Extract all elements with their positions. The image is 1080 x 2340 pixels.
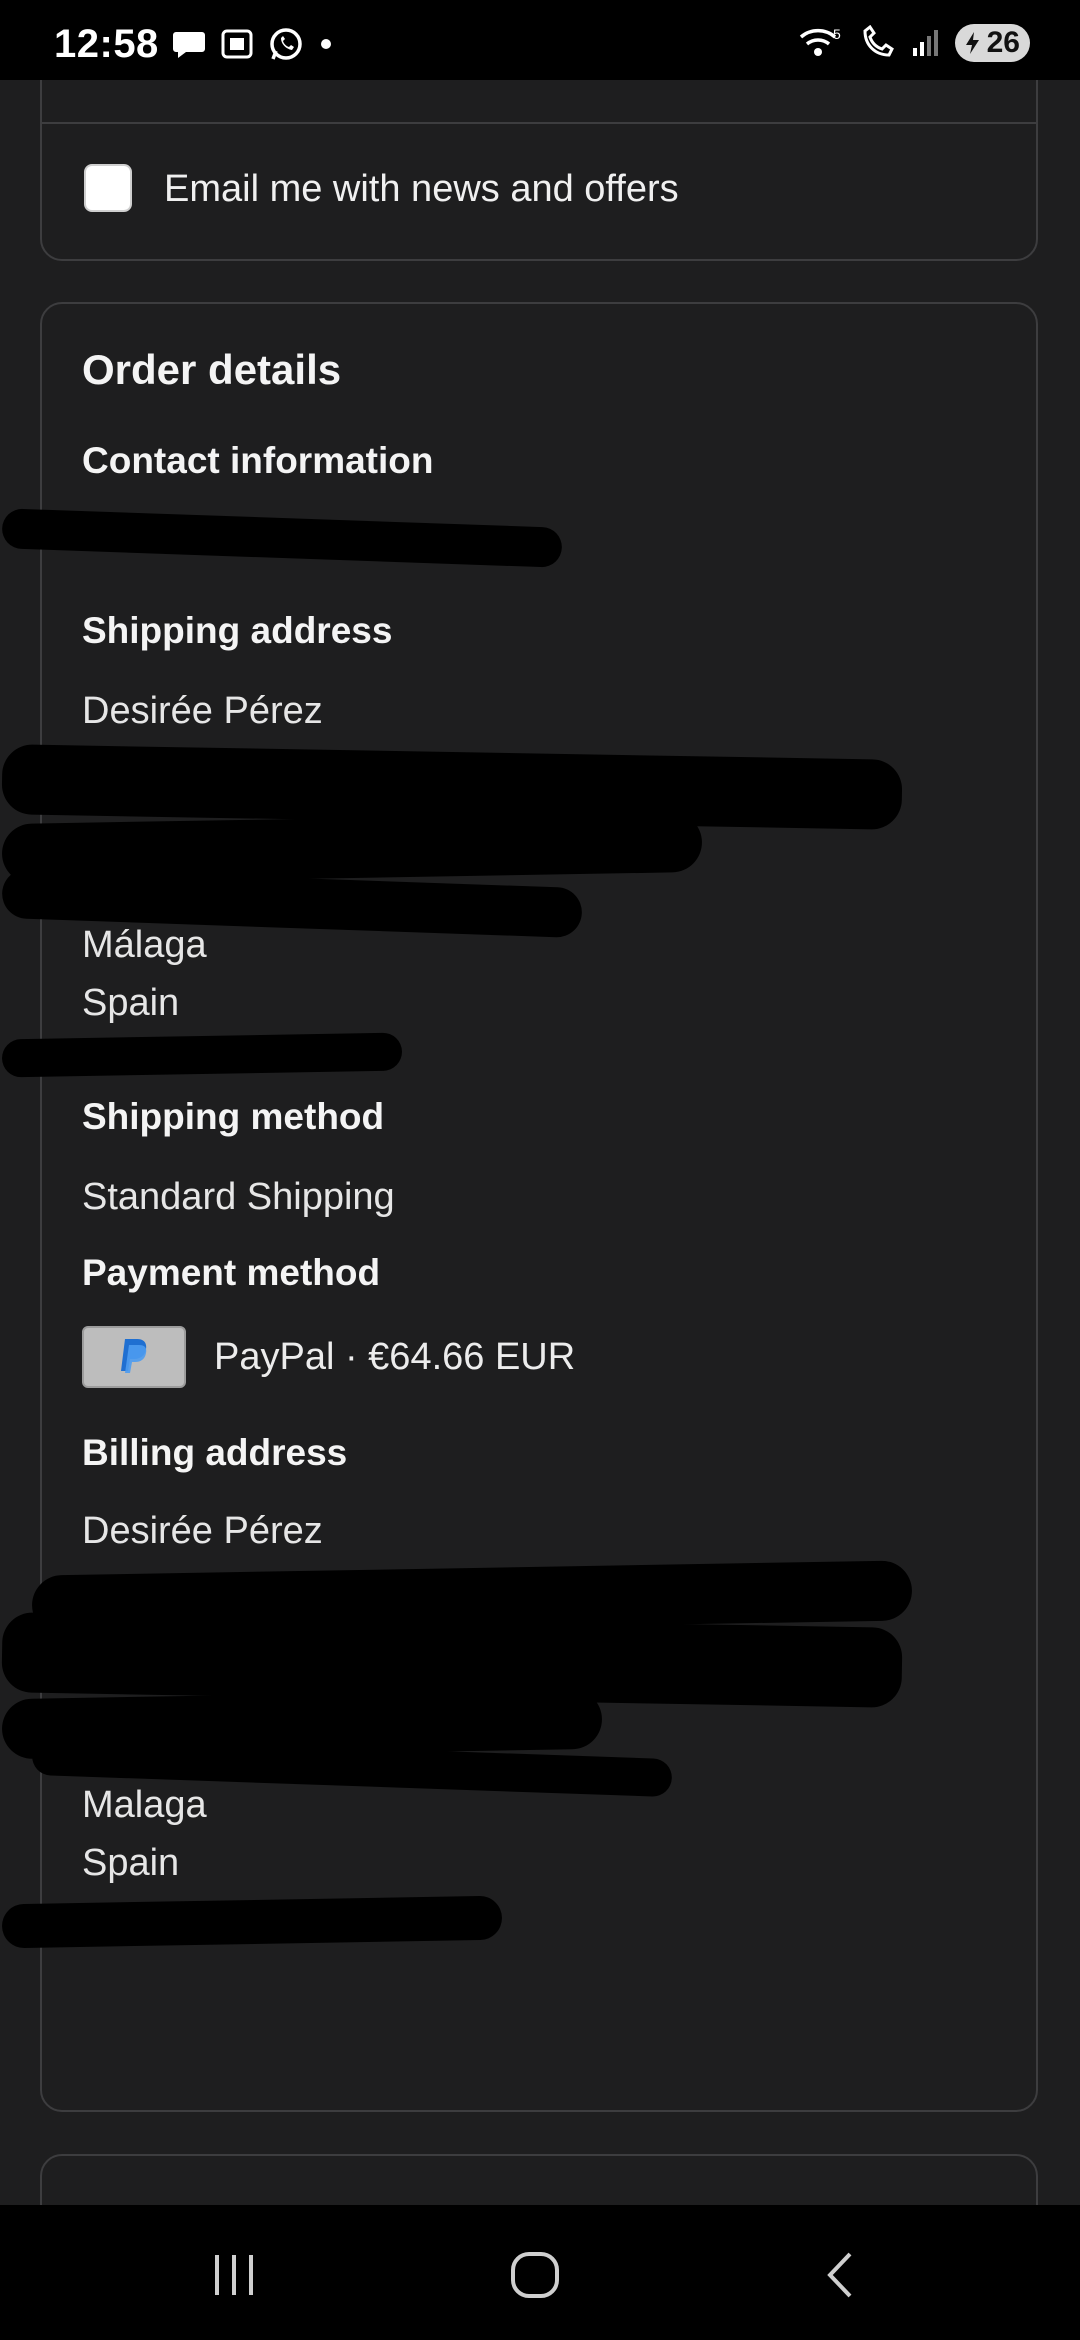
svg-text:5: 5 [833,26,841,42]
dot-icon [321,39,331,49]
billing-name: Desirée Pérez [82,1510,323,1552]
redacted-contact-email [1,508,563,568]
status-right-icons: 5 26 [799,24,1030,62]
redacted-billing-phone [1,1895,503,1949]
battery-level: 26 [986,26,1020,59]
shipping-method-heading: Shipping method [82,1096,385,1137]
home-icon [511,2252,559,2298]
contact-card: Email me with news and offers [40,80,1038,261]
back-icon [827,2252,852,2298]
next-card [40,2154,1038,2205]
recents-icon [215,2255,253,2295]
checkout-scroll-area[interactable]: Email me with news and offers Order deta… [0,80,1080,2205]
battery-icon: 26 [954,24,1030,62]
wifi-calling-icon: 5 [799,26,841,56]
shipping-method-value: Standard Shipping [82,1176,395,1218]
shipping-city: Málaga [82,924,207,966]
back-button[interactable] [800,2245,880,2305]
billing-city: Malaga [82,1784,207,1826]
contact-information-heading: Contact information [82,440,434,481]
shipping-country: Spain [82,982,180,1024]
screenshot-icon [221,29,253,59]
status-left-icons [172,26,334,62]
whatsapp-icon [270,28,302,60]
order-details-title: Order details [82,346,342,393]
shipping-name: Desirée Pérez [82,690,323,732]
order-details-card: Order details Contact information Shippi… [1,302,1038,2112]
wifi-call-icon [863,25,894,57]
billing-country: Spain [82,1842,180,1884]
payment-method-value: PayPal · €64.66 EUR [214,1336,576,1378]
navigation-bar [0,2205,1080,2340]
newsletter-checkbox-label[interactable]: Email me with news and offers [164,168,679,211]
payment-method-heading: Payment method [82,1252,381,1293]
recents-button[interactable] [194,2245,274,2305]
shipping-address-heading: Shipping address [82,610,393,651]
billing-address-heading: Billing address [82,1432,348,1473]
newsletter-checkbox[interactable] [84,164,132,212]
home-button[interactable] [495,2245,575,2305]
redacted-shipping-phone [1,1032,403,1078]
paypal-logo-icon [82,1326,186,1388]
card-divider [42,122,1036,124]
chat-icon [173,32,205,58]
status-bar: 12:58 5 26 [0,0,1080,80]
signal-icon [912,30,938,56]
status-time: 12:58 [54,22,159,66]
